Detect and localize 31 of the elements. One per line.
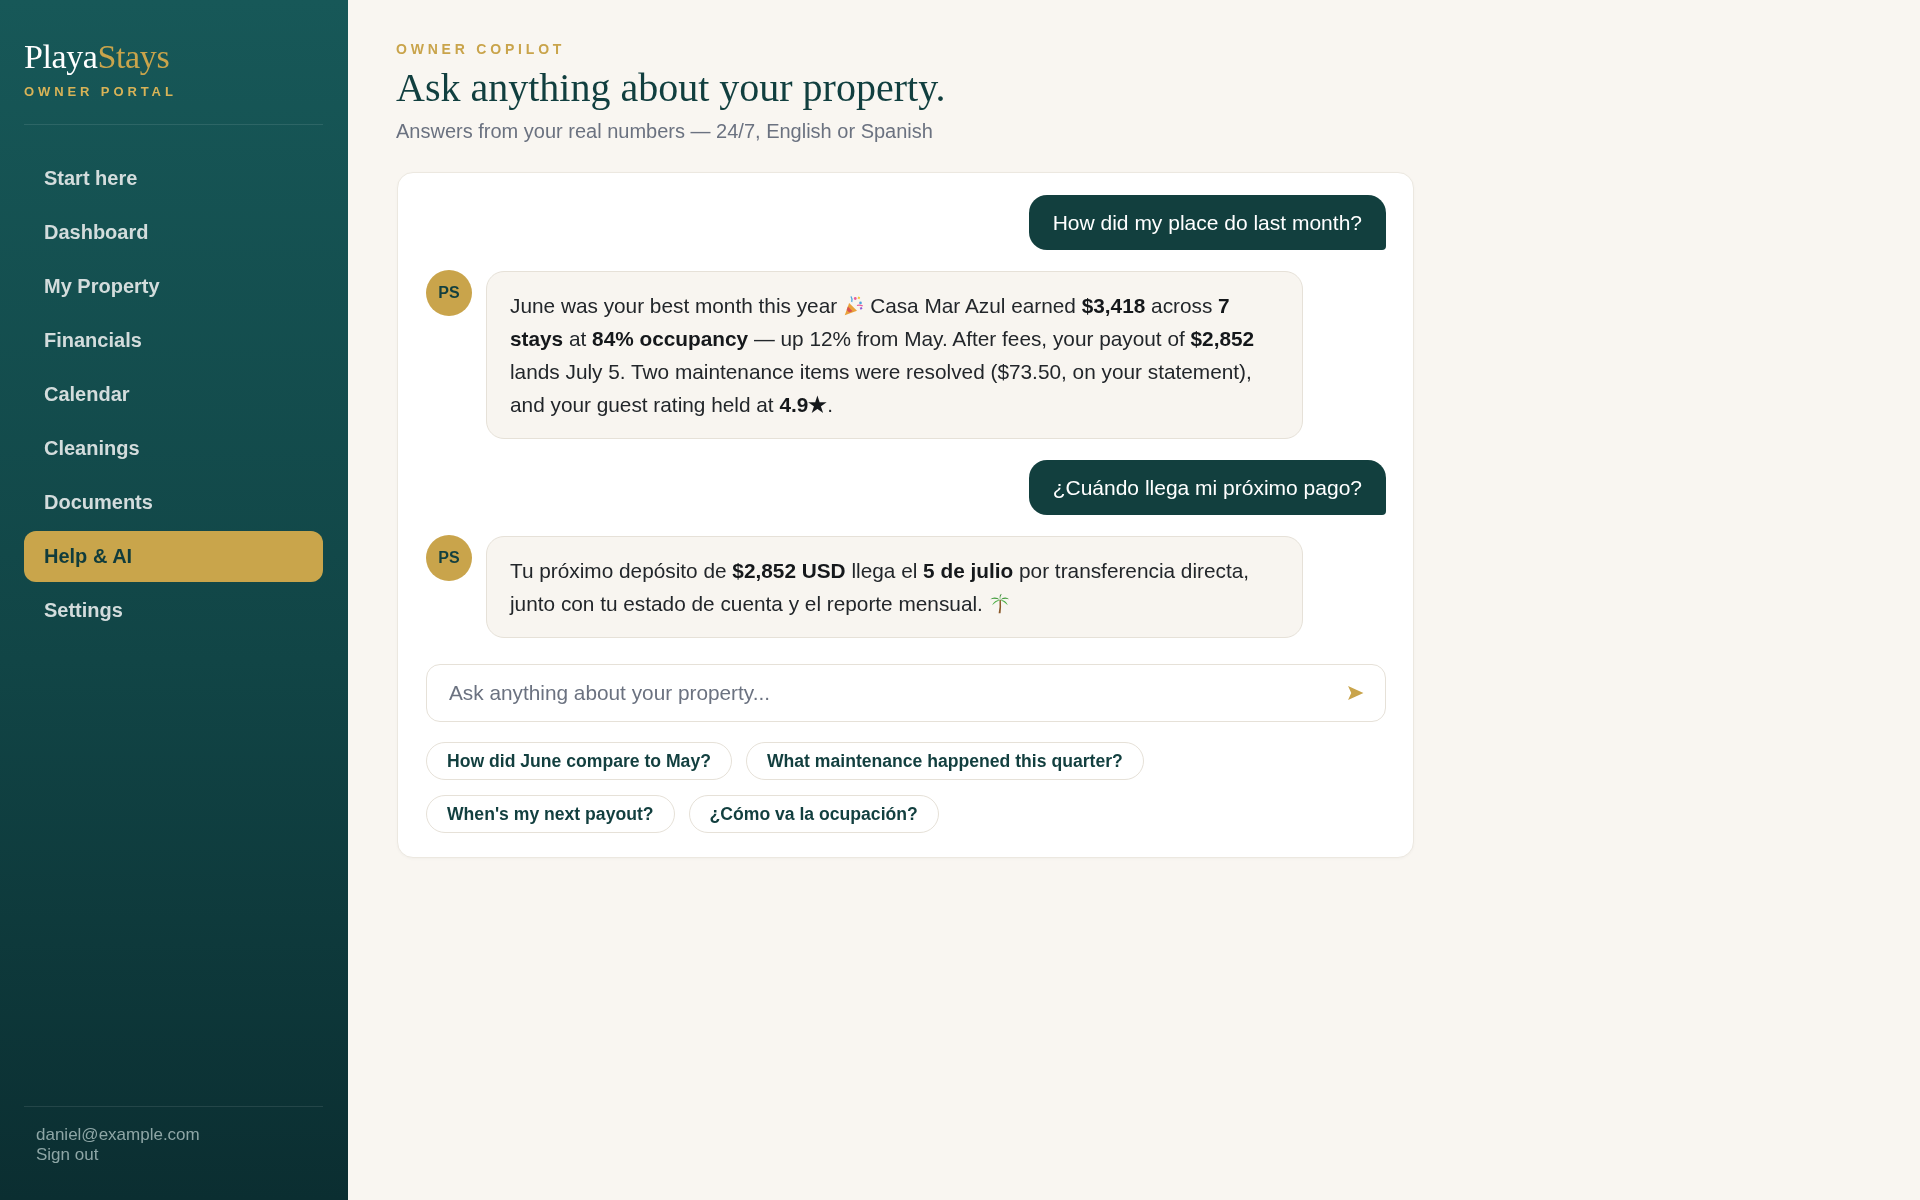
nav-item[interactable]: Dashboard	[24, 207, 323, 258]
nav-item[interactable]: Start here	[24, 153, 323, 204]
nav-item[interactable]: Settings	[24, 585, 323, 636]
nav-item[interactable]: Financials	[24, 315, 323, 366]
nav-item[interactable]: Cleanings	[24, 423, 323, 474]
message-text: Tu próximo depósito de $2,852 USD llega el 5 de julio por transferencia directa, junto con tu estado de cuenta y el reporte mensual.	[510, 558, 1251, 617]
brand-logo: PlayaStays	[24, 38, 170, 76]
sign-out-link[interactable]: Sign out	[36, 1145, 99, 1165]
user-message: How did my place do last month?	[1028, 195, 1386, 250]
message-text: June was your best month this year Casa Mar Azul earned $3,418 across 7 stays at 84% occupancy — up 12% from May. After fees, your payout of $2,852 lands July 5. Two maintenance items were resolved ($73.50, on your statement), and your guest rating held at 4.9★.	[510, 293, 1256, 418]
send-button[interactable]	[1347, 684, 1364, 702]
nav-item[interactable]: My Property	[24, 261, 323, 312]
user-message: ¿Cuándo llega mi próximo pago?	[1028, 460, 1386, 515]
nav-item[interactable]: Calendar	[24, 369, 323, 420]
suggestion-chip[interactable]: When's my next payout?	[426, 795, 675, 833]
suggestion-chip[interactable]: ¿Cómo va la ocupación?	[688, 795, 939, 833]
page-title: Ask anything about your property.	[396, 64, 946, 112]
send-icon	[1347, 684, 1364, 702]
nav-item[interactable]: Help & AI	[24, 531, 323, 582]
party-popper-icon	[843, 295, 865, 316]
suggestion-chip[interactable]: How did June compare to May?	[426, 742, 732, 780]
message-input[interactable]: Ask anything about your property...	[426, 664, 1386, 722]
account-email: daniel@example.com	[36, 1125, 200, 1145]
section-eyebrow: OWNER COPILOT	[396, 40, 566, 58]
assistant-avatar: PS	[426, 535, 472, 581]
nav-item[interactable]: Documents	[24, 477, 323, 528]
assistant-avatar: PS	[426, 270, 472, 316]
brand-tagline: OWNER PORTAL	[24, 84, 177, 100]
page-subtitle: Answers from your real numbers — 24/7, English or Spanish	[396, 119, 933, 143]
suggestion-chip[interactable]: What maintenance happened this quarter?	[745, 742, 1144, 780]
palm-tree-icon	[988, 593, 1010, 614]
